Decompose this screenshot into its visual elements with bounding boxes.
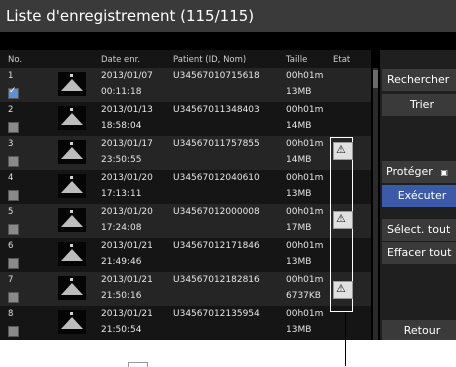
clear-all-button[interactable]: Effacer tout xyxy=(382,242,456,264)
table-row[interactable]: 8 2013/01/21 21:50:54 U34567012135954 00h01m… xyxy=(0,306,371,340)
row-size: 17MB xyxy=(286,223,312,233)
row-thumbnail xyxy=(58,310,86,334)
col-header-date: Date enr. xyxy=(101,55,141,65)
recording-list-screen: Liste d'enregistrement (115/115) No. Dat… xyxy=(0,0,456,340)
row-thumbnail xyxy=(58,72,86,96)
row-date: 2013/01/20 xyxy=(101,173,153,183)
row-size: 14MB xyxy=(286,121,312,131)
row-size: 6737KB xyxy=(286,291,321,301)
callout-icon xyxy=(128,362,148,367)
row-number: 7 xyxy=(8,275,14,285)
row-checkbox[interactable] xyxy=(8,224,19,235)
row-patient: U34567012040610 xyxy=(173,173,260,183)
row-size: 13MB xyxy=(286,325,312,335)
col-header-patient: Patient (ID, Nom) xyxy=(173,55,247,65)
row-time: 23:50:55 xyxy=(101,155,142,165)
back-button[interactable]: Retour xyxy=(382,320,456,340)
row-checkbox[interactable] xyxy=(8,86,19,99)
row-size: 14MB xyxy=(286,155,312,165)
row-checkbox[interactable] xyxy=(8,190,19,201)
col-header-size: Taille xyxy=(286,55,308,65)
row-size: 13MB xyxy=(286,257,312,267)
row-number: 2 xyxy=(8,105,14,115)
row-size: 13MB xyxy=(286,189,312,199)
row-date: 2013/01/21 xyxy=(101,275,153,285)
table-row[interactable]: 7 2013/01/21 21:50:16 U34567012182816 00h01m… xyxy=(0,272,371,306)
row-patient: U34567011348403 xyxy=(173,105,260,115)
row-duration: 00h01m xyxy=(286,241,324,251)
row-thumbnail xyxy=(58,174,86,198)
col-header-state: Etat xyxy=(333,55,351,65)
protect-icon: ⚠ xyxy=(333,211,353,229)
protect-icon: ⚠ xyxy=(333,142,353,160)
protect-toggle-icon: ▣ xyxy=(440,168,448,177)
list-scrollbar[interactable] xyxy=(373,68,378,340)
row-duration: 00h01m xyxy=(286,173,324,183)
select-all-button[interactable]: Sélect. tout xyxy=(382,219,456,241)
row-number: 3 xyxy=(8,139,14,149)
row-checkbox[interactable] xyxy=(8,156,19,167)
row-thumbnail xyxy=(58,106,86,130)
callout-line xyxy=(345,312,346,366)
row-patient: U34567012000008 xyxy=(173,207,260,217)
row-patient: U34567012171846 xyxy=(173,241,260,251)
row-time: 17:13:11 xyxy=(101,189,142,199)
row-checkbox[interactable] xyxy=(8,122,19,133)
row-number: 4 xyxy=(8,173,14,183)
table-row[interactable]: 5 2013/01/20 17:24:08 U34567012000008 00h01m… xyxy=(0,204,371,238)
row-patient: U34567012135954 xyxy=(173,309,260,319)
row-patient: U34567010715618 xyxy=(173,71,260,81)
row-duration: 00h01m xyxy=(286,275,324,285)
row-number: 5 xyxy=(8,207,14,217)
table-row[interactable]: 4 2013/01/20 17:13:11 U34567012040610 00h01m… xyxy=(0,170,371,204)
row-number: 6 xyxy=(8,241,14,251)
row-duration: 00h01m xyxy=(286,139,324,149)
protect-button[interactable]: Protéger ▣ xyxy=(382,161,456,183)
search-button[interactable]: Rechercher xyxy=(382,69,456,91)
row-thumbnail xyxy=(58,276,86,300)
row-checkbox[interactable] xyxy=(8,292,19,303)
row-time: 18:58:04 xyxy=(101,121,142,131)
row-time: 00:11:18 xyxy=(101,87,142,97)
page-title: Liste d'enregistrement (115/115) xyxy=(0,0,456,32)
row-duration: 00h01m xyxy=(286,309,324,319)
row-number: 1 xyxy=(8,71,14,81)
row-date: 2013/01/13 xyxy=(101,105,153,115)
row-date: 2013/01/20 xyxy=(101,207,153,217)
row-duration: 00h01m xyxy=(286,71,324,81)
row-time: 21:49:46 xyxy=(101,257,142,267)
row-date: 2013/01/21 xyxy=(101,309,153,319)
row-number: 8 xyxy=(8,309,14,319)
col-header-no: No. xyxy=(8,55,23,65)
row-thumbnail xyxy=(58,242,86,266)
row-thumbnail xyxy=(58,140,86,164)
row-time: 17:24:08 xyxy=(101,223,142,233)
row-patient: U34567011757855 xyxy=(173,139,260,149)
row-time: 21:50:54 xyxy=(101,325,142,335)
table-row[interactable]: 3 2013/01/17 23:50:55 U34567011757855 00h01m… xyxy=(0,136,371,170)
protect-button-label: Protéger xyxy=(386,165,433,178)
row-thumbnail xyxy=(58,208,86,232)
row-duration: 00h01m xyxy=(286,207,324,217)
row-date: 2013/01/07 xyxy=(101,71,153,81)
row-time: 21:50:16 xyxy=(101,291,142,301)
table-row[interactable]: 6 2013/01/21 21:49:46 U34567012171846 00h01m… xyxy=(0,238,371,272)
row-size: 13MB xyxy=(286,87,312,97)
row-date: 2013/01/17 xyxy=(101,139,153,149)
list-scrollbar-thumb[interactable] xyxy=(373,70,378,88)
row-patient: U34567012182816 xyxy=(173,275,260,285)
row-checkbox[interactable] xyxy=(8,326,19,337)
row-date: 2013/01/21 xyxy=(101,241,153,251)
table-row[interactable]: 1 2013/01/07 00:11:18 U34567010715618 00h01m… xyxy=(0,68,371,102)
table-row[interactable]: 2 2013/01/13 18:58:04 U34567011348403 00h01m… xyxy=(0,102,371,136)
sort-button[interactable]: Trier xyxy=(382,94,456,116)
row-duration: 00h01m xyxy=(286,105,324,115)
protect-icon: ⚠ xyxy=(333,281,353,299)
row-checkbox[interactable] xyxy=(8,258,19,269)
execute-button[interactable]: Exécuter xyxy=(382,185,456,207)
